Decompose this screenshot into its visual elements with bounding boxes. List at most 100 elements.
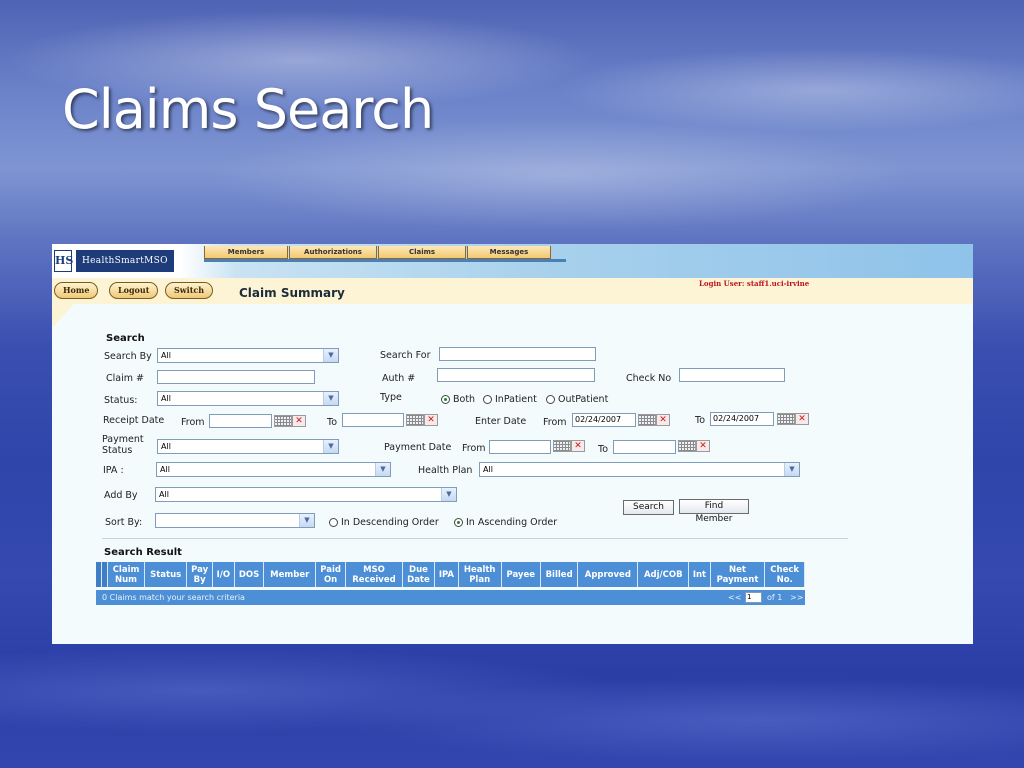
col-int[interactable]: Int	[688, 562, 711, 587]
auth-no-input[interactable]	[437, 368, 595, 382]
sort-by-select[interactable]: ▼	[155, 513, 315, 528]
claim-no-input[interactable]	[157, 370, 315, 384]
receipt-to-label: To	[327, 417, 338, 428]
tab-members[interactable]: Members	[204, 246, 288, 259]
receipt-from-input[interactable]	[209, 414, 272, 428]
col-due-date[interactable]: Due Date	[402, 562, 436, 587]
claim-no-label: Claim #	[106, 373, 144, 384]
switch-button[interactable]: Switch	[165, 282, 214, 299]
sort-descending-label: In Descending Order	[341, 517, 439, 528]
enter-from-label: From	[543, 417, 567, 428]
pager-of: of 1	[767, 593, 783, 602]
logo-name: HealthSmartMSO	[76, 250, 174, 272]
chevron-down-icon: ▼	[299, 514, 314, 527]
chevron-down-icon: ▼	[441, 488, 456, 501]
receipt-date-label: Receipt Date	[103, 415, 165, 426]
col-ipa[interactable]: IPA	[434, 562, 459, 587]
health-plan-select[interactable]: All ▼	[479, 462, 800, 477]
main-nav: Members Authorizations Claims Messages	[204, 246, 552, 260]
calendar-icon[interactable]	[777, 413, 795, 425]
search-result-title: Search Result	[104, 547, 182, 558]
col-billed[interactable]: Billed	[540, 562, 579, 587]
type-inpatient-radio[interactable]	[483, 395, 492, 404]
col-pay-by[interactable]: Pay By	[186, 562, 214, 587]
find-member-button[interactable]: Find Member	[679, 499, 749, 524]
type-both-label: Both	[453, 394, 476, 405]
receipt-to-input[interactable]	[342, 413, 404, 427]
tab-messages[interactable]: Messages	[467, 246, 551, 259]
col-payee[interactable]: Payee	[501, 562, 541, 587]
col-net-payment[interactable]: Net Payment	[710, 562, 766, 587]
check-no-input[interactable]	[679, 368, 785, 382]
search-for-input[interactable]	[439, 347, 596, 361]
payment-status-label-line2: Status	[102, 445, 133, 456]
logout-button[interactable]: Logout	[109, 282, 159, 299]
sort-by-label: Sort By:	[105, 517, 143, 528]
clear-date-icon[interactable]: ✕	[656, 414, 670, 426]
type-label: Type	[380, 392, 402, 403]
col-health-plan[interactable]: Health Plan	[458, 562, 502, 587]
add-by-value: All	[159, 490, 169, 499]
enter-from-input[interactable]: 02/24/2007	[572, 413, 636, 427]
col-io[interactable]: I/O	[212, 562, 235, 587]
type-inpatient-label: InPatient	[495, 394, 537, 405]
pager-next[interactable]: >>	[790, 590, 803, 605]
clear-date-icon[interactable]: ✕	[424, 414, 438, 426]
login-user: Login User: staff1.uci-irvine	[699, 279, 810, 288]
col-mso-received[interactable]: MSO Received	[345, 562, 403, 587]
col-paid-on[interactable]: Paid On	[315, 562, 347, 587]
type-outpatient-radio[interactable]	[546, 395, 555, 404]
pager-prev[interactable]: <<	[728, 590, 741, 605]
sort-descending-radio[interactable]	[329, 518, 338, 527]
status-value: All	[161, 394, 171, 403]
pager-page-input[interactable]: 1	[745, 592, 762, 603]
app-window: HS HealthSmartMSO Members Authorizations…	[52, 244, 973, 644]
payment-to-input[interactable]	[613, 440, 676, 454]
action-bar: Home Logout Switch Login User: staff1.uc…	[52, 278, 973, 304]
calendar-icon[interactable]	[678, 440, 696, 452]
col-adj-cob[interactable]: Adj/COB	[637, 562, 690, 587]
chevron-down-icon: ▼	[375, 463, 390, 476]
slide-title: Claims Search	[62, 78, 434, 141]
tab-authorizations[interactable]: Authorizations	[289, 246, 377, 259]
sort-ascending-radio[interactable]	[454, 518, 463, 527]
col-approved[interactable]: Approved	[577, 562, 639, 587]
home-button[interactable]: Home	[54, 282, 99, 299]
payment-status-label-line1: Payment	[102, 434, 144, 445]
col-status[interactable]: Status	[144, 562, 188, 587]
col-claim-num[interactable]: Claim Num	[107, 562, 146, 587]
search-by-select[interactable]: All ▼	[157, 348, 339, 363]
tab-claims[interactable]: Claims	[378, 246, 466, 259]
ipa-select[interactable]: All ▼	[156, 462, 391, 477]
search-for-label: Search For	[380, 350, 431, 361]
enter-to-input[interactable]: 02/24/2007	[710, 412, 774, 426]
results-message: 0 Claims match your search criteria	[102, 593, 245, 602]
status-select[interactable]: All ▼	[157, 391, 339, 406]
calendar-icon[interactable]	[274, 415, 292, 427]
clear-date-icon[interactable]: ✕	[795, 413, 809, 425]
auth-no-label: Auth #	[382, 373, 416, 384]
calendar-icon[interactable]	[553, 440, 571, 452]
col-member[interactable]: Member	[263, 562, 317, 587]
clear-date-icon[interactable]: ✕	[571, 440, 585, 452]
divider	[102, 538, 848, 539]
search-section-title: Search	[106, 333, 145, 344]
enter-date-label: Enter Date	[475, 416, 527, 427]
calendar-icon[interactable]	[638, 414, 656, 426]
payment-to-label: To	[598, 444, 609, 455]
payment-status-select[interactable]: All ▼	[157, 439, 339, 454]
results-table: Claim Num Status Pay By I/O DOS Member Pai…	[96, 562, 805, 587]
clear-date-icon[interactable]: ✕	[696, 440, 710, 452]
calendar-icon[interactable]	[406, 414, 424, 426]
payment-from-input[interactable]	[489, 440, 551, 454]
page-title: Claim Summary	[239, 286, 345, 300]
col-check-no[interactable]: Check No.	[764, 562, 805, 587]
payment-status-value: All	[161, 442, 171, 451]
col-dos[interactable]: DOS	[234, 562, 265, 587]
add-by-select[interactable]: All ▼	[155, 487, 457, 502]
type-outpatient-label: OutPatient	[558, 394, 609, 405]
results-footer: 0 Claims match your search criteria << 1…	[96, 590, 805, 605]
type-both-radio[interactable]	[441, 395, 450, 404]
clear-date-icon[interactable]: ✕	[292, 415, 306, 427]
search-button[interactable]: Search	[623, 500, 674, 515]
